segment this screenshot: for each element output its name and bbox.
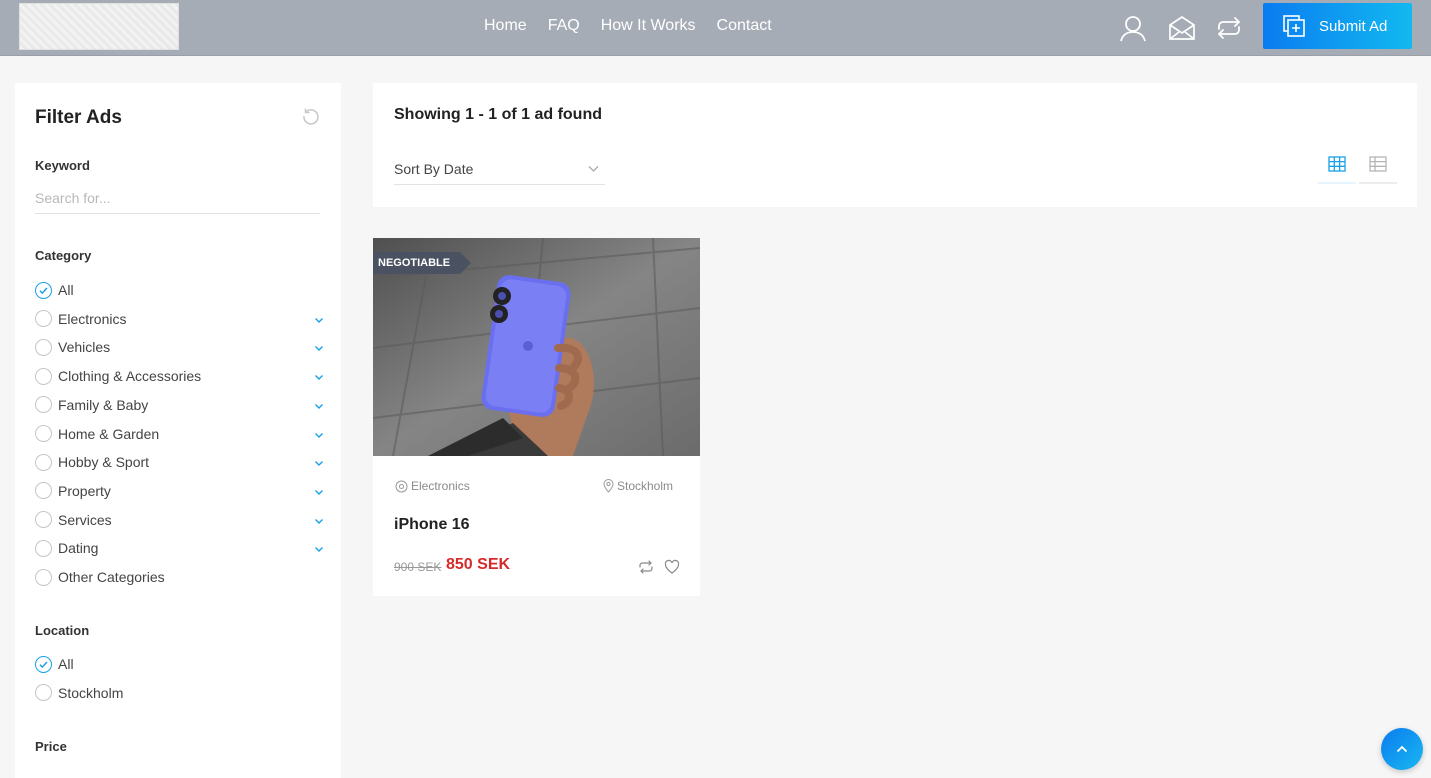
price-label: Price xyxy=(35,739,67,754)
chevron-down-icon[interactable] xyxy=(313,485,325,497)
radio-icon[interactable] xyxy=(35,425,52,442)
filter-option-label: Other Categories xyxy=(58,569,165,585)
radio-icon[interactable] xyxy=(35,684,52,701)
filter-option-label: Electronics xyxy=(58,310,127,327)
radio-icon[interactable] xyxy=(35,453,52,471)
chevron-down-icon[interactable] xyxy=(313,514,325,526)
keyword-input[interactable] xyxy=(35,183,320,214)
chevron-down-icon[interactable] xyxy=(313,428,325,440)
grid-view-button[interactable] xyxy=(1318,145,1356,184)
filter-option[interactable]: Property xyxy=(35,480,325,502)
user-icon[interactable] xyxy=(1118,13,1148,43)
radio-icon[interactable] xyxy=(35,310,52,328)
radio-icon[interactable] xyxy=(35,539,52,557)
chevron-down-icon[interactable] xyxy=(313,399,325,411)
keyword-label: Keyword xyxy=(35,158,90,173)
filter-option[interactable]: Other Categories xyxy=(35,566,325,588)
ad-image[interactable]: NEGOTIABLE xyxy=(373,238,700,456)
category-label: Category xyxy=(35,248,92,263)
ad-category-label: Electronics xyxy=(411,479,470,493)
ad-location: Stockholm xyxy=(603,479,673,493)
add-ad-icon xyxy=(1283,15,1305,37)
filter-option-label: Services xyxy=(58,511,112,528)
chevron-down-icon[interactable] xyxy=(313,542,325,554)
nav-home[interactable]: Home xyxy=(484,17,527,35)
filter-option[interactable]: Services xyxy=(35,509,325,531)
envelope-icon[interactable] xyxy=(1167,13,1197,43)
filter-option[interactable]: Hobby & Sport xyxy=(35,451,325,473)
reset-filter-icon[interactable] xyxy=(302,107,322,127)
radio-icon[interactable] xyxy=(35,338,52,356)
filter-option[interactable]: All xyxy=(35,279,325,301)
checked-radio-icon[interactable] xyxy=(35,281,52,299)
list-icon xyxy=(1369,155,1387,172)
filter-title: Filter Ads xyxy=(35,107,122,128)
chevron-down-icon[interactable] xyxy=(313,370,325,382)
filter-sidebar: Filter Ads Keyword Category All Electroni… xyxy=(15,83,341,778)
filter-option[interactable]: Clothing & Accessories xyxy=(35,365,325,387)
ad-card[interactable]: NEGOTIABLE Electronics Stockholm iPhone … xyxy=(373,238,700,596)
filter-option[interactable]: Dating xyxy=(35,537,325,559)
filter-option-label: Stockholm xyxy=(58,684,124,701)
ad-location-label: Stockholm xyxy=(617,479,674,493)
site-header: Home FAQ How It Works Contact Submit Ad xyxy=(0,0,1431,56)
chevron-up-icon xyxy=(1396,745,1408,753)
list-view-button[interactable] xyxy=(1359,145,1397,184)
filter-option-label: Dating xyxy=(58,540,99,557)
sort-value: Sort By Date xyxy=(394,160,474,177)
chevron-down-icon xyxy=(588,166,599,172)
radio-icon[interactable] xyxy=(35,367,52,385)
category-icon xyxy=(395,480,408,492)
map-pin-icon xyxy=(603,479,614,493)
filter-option-label: Hobby & Sport xyxy=(58,454,150,471)
filter-option[interactable]: Family & Baby xyxy=(35,394,325,416)
filter-option-label: Property xyxy=(58,482,111,499)
chevron-down-icon[interactable] xyxy=(313,341,325,353)
filter-option[interactable]: All xyxy=(35,653,325,675)
ad-old-price: 900 SEK xyxy=(394,560,442,574)
radio-icon[interactable] xyxy=(35,482,52,500)
chevron-down-icon[interactable] xyxy=(313,456,325,468)
checked-radio-icon[interactable] xyxy=(35,655,52,673)
filter-option-label: Clothing & Accessories xyxy=(58,368,202,385)
filter-option-label: Home & Garden xyxy=(58,425,160,442)
nav-faq[interactable]: FAQ xyxy=(548,17,580,35)
compare-icon[interactable] xyxy=(638,559,654,575)
filter-option[interactable]: Home & Garden xyxy=(35,423,325,445)
radio-icon[interactable] xyxy=(35,396,52,414)
filter-option[interactable]: Electronics xyxy=(35,308,325,330)
filter-option-label: All xyxy=(58,656,74,672)
filter-option[interactable]: Stockholm xyxy=(35,682,325,704)
site-logo[interactable] xyxy=(19,3,179,50)
heart-icon[interactable] xyxy=(664,559,680,575)
filter-option-label: Family & Baby xyxy=(58,396,149,413)
back-to-top-button[interactable] xyxy=(1381,728,1423,770)
nav-contact[interactable]: Contact xyxy=(717,17,772,35)
results-count: Showing 1 - 1 of 1 ad found xyxy=(394,106,602,123)
sort-select[interactable]: Sort By Date xyxy=(394,153,605,185)
ad-title[interactable]: iPhone 16 xyxy=(394,516,470,534)
filter-option-label: All xyxy=(58,282,74,298)
ad-price: 850 SEK xyxy=(446,556,511,573)
ad-category[interactable]: Electronics xyxy=(395,479,470,493)
nav-how-it-works[interactable]: How It Works xyxy=(601,17,696,35)
negotiable-badge: NEGOTIABLE xyxy=(373,252,472,274)
main-nav: Home FAQ How It Works Contact xyxy=(484,17,772,35)
submit-ad-button[interactable]: Submit Ad xyxy=(1263,3,1412,49)
location-label: Location xyxy=(35,623,90,638)
submit-ad-label: Submit Ad xyxy=(1319,17,1388,35)
filter-option-label: Vehicles xyxy=(58,339,111,356)
radio-icon[interactable] xyxy=(35,511,52,529)
results-bar: Showing 1 - 1 of 1 ad found Sort By Date xyxy=(373,83,1417,207)
grid-icon xyxy=(1328,155,1346,172)
filter-option[interactable]: Vehicles xyxy=(35,336,325,358)
chevron-down-icon[interactable] xyxy=(313,313,325,325)
radio-icon[interactable] xyxy=(35,568,52,586)
compare-icon[interactable] xyxy=(1214,13,1244,43)
